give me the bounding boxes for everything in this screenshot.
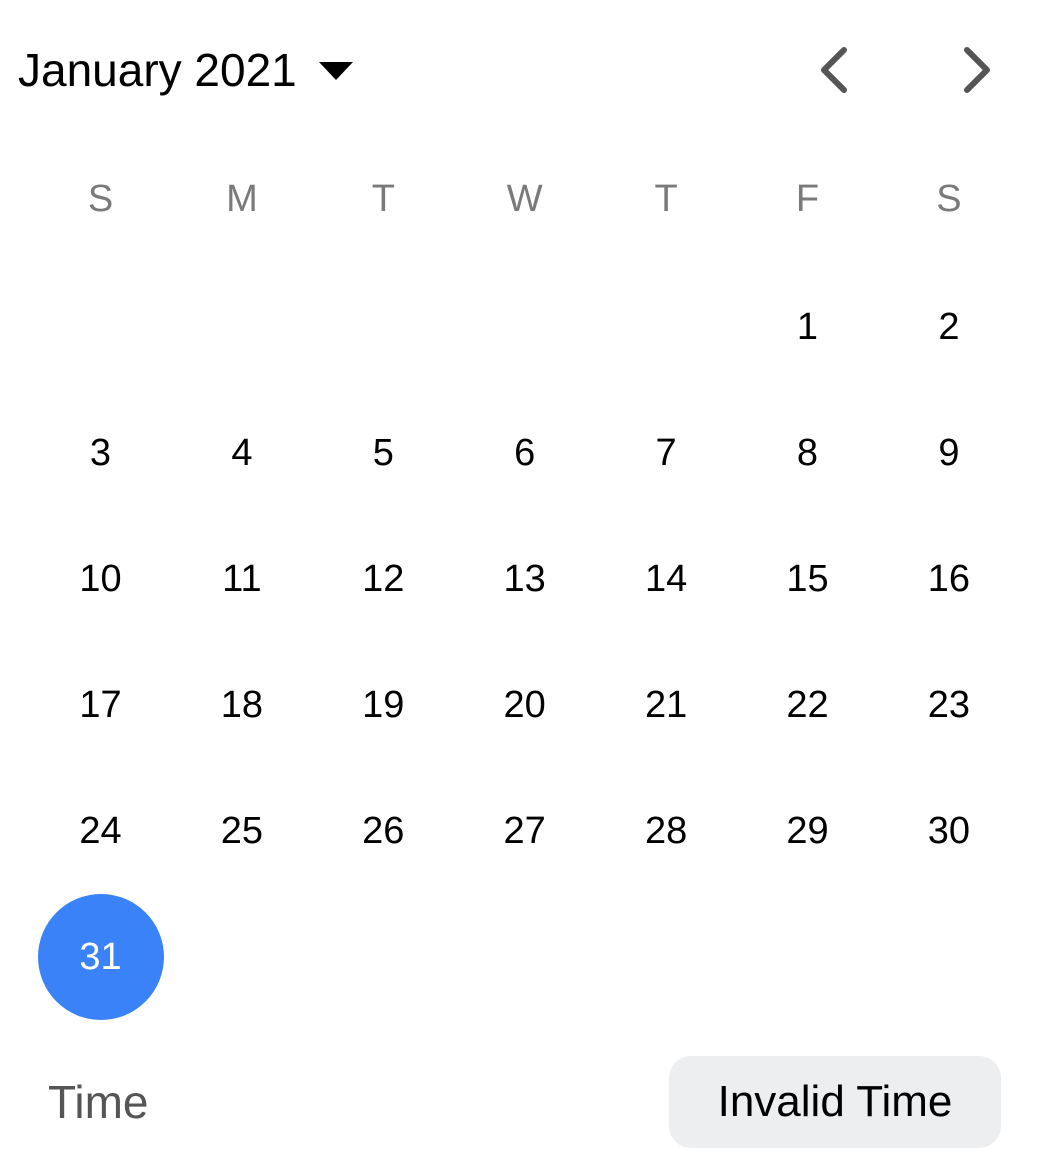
day-cell-selected[interactable]: 31 bbox=[30, 894, 171, 1020]
day-cell[interactable]: 5 bbox=[313, 390, 454, 516]
time-label: Time bbox=[48, 1076, 149, 1128]
next-month-button[interactable] bbox=[945, 38, 1009, 102]
day-cell[interactable]: 15 bbox=[737, 516, 878, 642]
day-number: 13 bbox=[503, 557, 546, 600]
time-row: Time Invalid Time bbox=[0, 1056, 1050, 1148]
day-cell[interactable]: 18 bbox=[171, 642, 312, 768]
day-number: 9 bbox=[938, 431, 960, 474]
day-number: 29 bbox=[786, 809, 829, 852]
day-number: 14 bbox=[644, 557, 688, 600]
weekday-header: W bbox=[506, 177, 543, 220]
day-number: 2 bbox=[938, 305, 960, 348]
caret-down-icon bbox=[318, 62, 353, 80]
day-cell[interactable]: 29 bbox=[737, 768, 878, 894]
day-number: 8 bbox=[796, 431, 819, 474]
day-number: 27 bbox=[503, 809, 546, 852]
weekday-header: T bbox=[371, 177, 395, 220]
day-number: 5 bbox=[372, 431, 394, 474]
day-number: 20 bbox=[503, 683, 546, 726]
day-cell[interactable]: 3 bbox=[30, 390, 171, 516]
weekday-header: S bbox=[936, 177, 962, 220]
chevron-right-icon bbox=[964, 47, 990, 93]
month-year-label: January 2021 bbox=[18, 44, 297, 96]
weekday-header: T bbox=[654, 177, 678, 220]
day-cell[interactable]: 14 bbox=[596, 516, 737, 642]
day-cell[interactable]: 8 bbox=[737, 390, 878, 516]
day-cell[interactable]: 25 bbox=[171, 768, 312, 894]
day-cell[interactable]: 7 bbox=[596, 390, 737, 516]
day-cell[interactable]: 20 bbox=[454, 642, 595, 768]
day-number: 25 bbox=[220, 809, 264, 852]
day-cell[interactable]: 23 bbox=[878, 642, 1019, 768]
weekday-header: M bbox=[226, 177, 258, 220]
day-number: 19 bbox=[362, 683, 405, 726]
day-number: 6 bbox=[514, 431, 536, 474]
day-number: 3 bbox=[89, 431, 112, 474]
day-number: 18 bbox=[220, 683, 264, 726]
day-cell[interactable]: 1 bbox=[737, 264, 878, 390]
day-number: 7 bbox=[655, 431, 677, 474]
day-cell[interactable]: 12 bbox=[313, 516, 454, 642]
day-number: 16 bbox=[927, 557, 971, 600]
day-cell[interactable]: 2 bbox=[878, 264, 1019, 390]
day-number: 31 bbox=[37, 894, 164, 1020]
time-picker-button[interactable]: Invalid Time bbox=[669, 1056, 1001, 1148]
day-cell[interactable]: 21 bbox=[596, 642, 737, 768]
day-number: 11 bbox=[222, 557, 262, 600]
day-cell[interactable]: 10 bbox=[30, 516, 171, 642]
day-cell[interactable]: 13 bbox=[454, 516, 595, 642]
day-number: 12 bbox=[362, 557, 405, 600]
previous-month-button[interactable] bbox=[802, 38, 866, 102]
day-cell[interactable]: 26 bbox=[313, 768, 454, 894]
day-number: 23 bbox=[927, 683, 971, 726]
chevron-left-icon bbox=[821, 47, 847, 93]
day-cell[interactable]: 16 bbox=[878, 516, 1019, 642]
day-number: 1 bbox=[796, 305, 819, 348]
day-cell[interactable]: 27 bbox=[454, 768, 595, 894]
calendar-header: January 2021 bbox=[0, 0, 1050, 140]
day-number: 22 bbox=[786, 683, 829, 726]
weekday-header: F bbox=[795, 177, 820, 220]
day-cell[interactable]: 9 bbox=[878, 390, 1019, 516]
day-cell[interactable]: 30 bbox=[878, 768, 1019, 894]
month-year-selector[interactable]: January 2021 bbox=[18, 40, 353, 100]
day-cell[interactable]: 19 bbox=[313, 642, 454, 768]
day-number: 28 bbox=[644, 809, 688, 852]
day-cell[interactable]: 24 bbox=[30, 768, 171, 894]
day-number: 21 bbox=[644, 683, 688, 726]
day-number: 30 bbox=[927, 809, 971, 852]
day-number: 24 bbox=[79, 809, 122, 852]
day-cell[interactable]: 28 bbox=[596, 768, 737, 894]
weekday-header: S bbox=[87, 177, 114, 220]
day-cell[interactable]: 11 bbox=[171, 516, 312, 642]
day-number: 17 bbox=[79, 683, 122, 726]
day-number: 4 bbox=[231, 431, 253, 474]
day-cell[interactable]: 22 bbox=[737, 642, 878, 768]
day-number: 10 bbox=[79, 557, 122, 600]
day-cell[interactable]: 6 bbox=[454, 390, 595, 516]
day-number: 26 bbox=[362, 809, 405, 852]
day-number: 15 bbox=[786, 557, 829, 600]
day-cell[interactable]: 17 bbox=[30, 642, 171, 768]
day-cell[interactable]: 4 bbox=[171, 390, 312, 516]
